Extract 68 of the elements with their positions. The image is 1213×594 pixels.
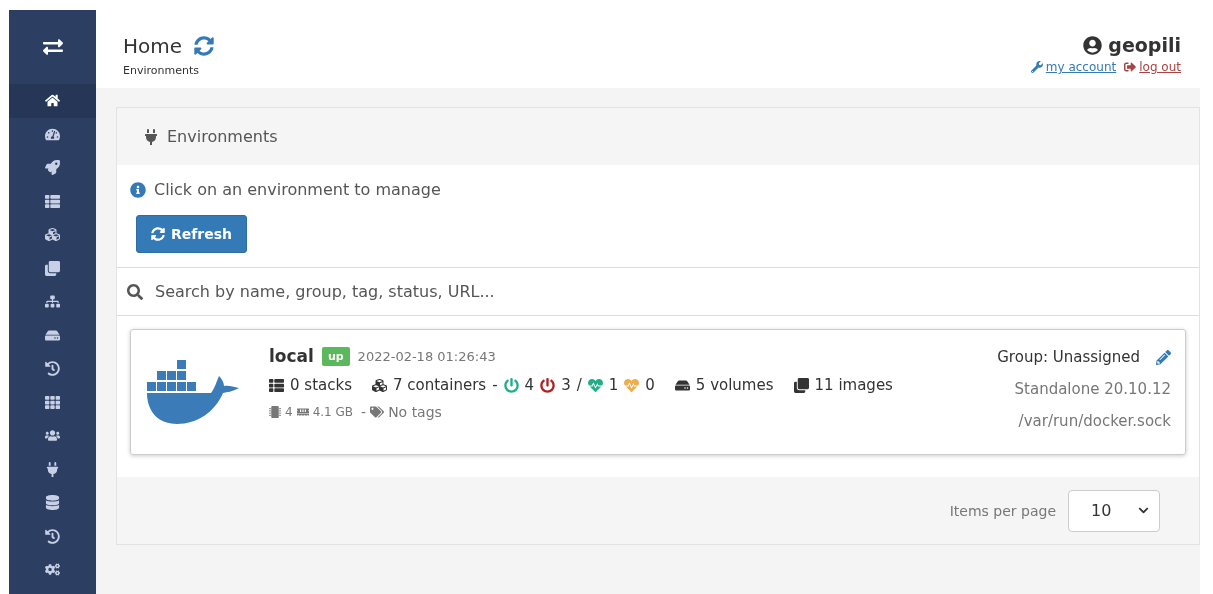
plug-icon [143,128,159,145]
sitemap-icon [45,294,60,310]
sidebar-item[interactable] [9,84,96,118]
breadcrumb: Environments [123,64,200,77]
user-icon [1083,35,1103,55]
cubes-icon [371,377,387,393]
username: geopili [1108,34,1181,56]
grid-icon [45,394,60,410]
tags-label: No tags [388,404,442,420]
endpoint-url: /var/run/docker.sock [1018,412,1171,430]
running-count: 4 [524,376,535,394]
group-label: Group: Unassigned [997,348,1140,366]
home-icon [45,93,60,109]
info-text: Click on an environment to manage [154,180,441,199]
dash-separator: - [492,376,498,394]
power-icon [540,377,556,393]
edit-icon[interactable] [1156,349,1171,365]
settings-icon [45,562,60,578]
account-link[interactable]: my account [1030,60,1117,74]
history-icon [45,528,60,544]
list-icon [269,377,284,393]
unhealthy-count: 0 [645,376,655,394]
cubes-icon [45,227,60,243]
gauge-icon [45,126,60,142]
sign-out-icon [1124,61,1137,73]
refresh-button[interactable]: Refresh [136,215,248,253]
pagination-label: Items per page [949,502,1056,519]
logout-link[interactable]: log out [1124,60,1181,74]
chevron-down-icon [1138,505,1149,516]
info-icon [130,181,146,198]
wrench-icon [1030,61,1043,73]
refresh-icon [151,227,165,241]
panel-title: Environments [167,127,278,146]
rocket-icon [45,160,60,176]
docker-whale-icon [147,358,241,426]
database-icon [45,495,60,511]
dash-separator: - [361,404,367,420]
stopped-count: 3 [561,376,571,394]
copy-icon [45,260,60,276]
plug-icon [45,461,60,477]
heartbeat-icon [624,377,640,393]
copy-icon [793,377,809,393]
cpu-count: 4 [285,405,293,419]
page-size-select[interactable]: 10 [1068,489,1160,532]
slash-separator: / [576,376,582,394]
logo-icon [42,37,63,57]
refresh-icon[interactable] [194,36,215,56]
engine-version: Standalone 20.10.12 [1014,380,1171,398]
history-icon [45,361,60,377]
tags-icon [370,405,385,419]
environment-name: local [269,346,314,366]
users-icon [45,428,60,444]
status-badge: up [321,346,350,366]
memory-size: 4.1 GB [312,405,354,419]
volumes-count: 5 volumes [695,376,774,394]
heartbeat-icon [587,377,603,393]
stacks-count: 0 stacks [290,376,352,394]
memory-icon [296,406,309,418]
timestamp: 2022-02-18 01:26:43 [357,348,496,364]
containers-count: 7 containers [392,376,487,394]
chip-icon [269,406,281,418]
page-title: Home [123,34,183,58]
images-count: 11 images [814,376,893,394]
search-icon [127,283,143,300]
power-icon [503,377,519,393]
list-icon [45,193,60,209]
healthy-count: 1 [608,376,619,394]
environment-card[interactable]: local up 2022-02-18 01:26:43 0 stacks 7 containers - 4 3 / 1 0 5 volumes 11 images 4 4.1 GB - No tags Group: Unassigned Standalone 20.10.12 /var/run/docker.sock [130,329,1186,455]
